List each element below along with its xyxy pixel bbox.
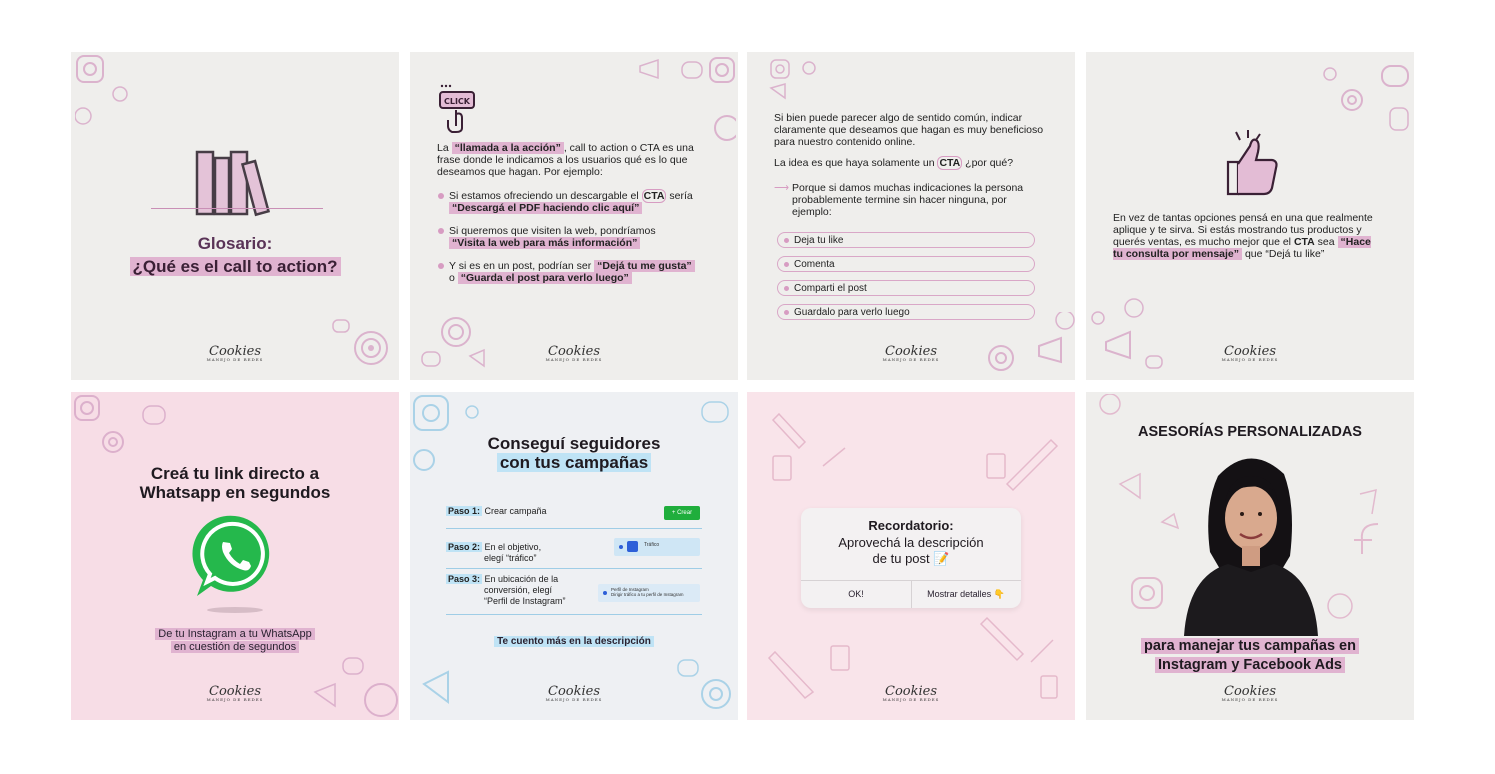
- card-cta-definicion: CLICK La “llamada a la acción”, call to …: [410, 52, 738, 380]
- svg-text:CLICK: CLICK: [444, 97, 471, 106]
- target-icon: [332, 319, 388, 365]
- divider: [446, 568, 702, 569]
- chat-icon: [1323, 65, 1409, 131]
- brand-logo: Cookies MANEJO DE REDES: [882, 684, 940, 702]
- divider: [446, 614, 702, 615]
- brand-logo: Cookies MANEJO DE REDES: [882, 344, 940, 362]
- option-pill: Comenta: [777, 256, 1035, 272]
- instagram-profile-option: Perfil de Instagram Dirigir tráfico a tu …: [598, 584, 700, 602]
- card1-title: Glosario:: [197, 234, 273, 253]
- cursor-icon: [627, 541, 638, 552]
- card6-title: Conseguí seguidores con tus campañas: [487, 434, 661, 472]
- brand-logo: Cookies MANEJO DE REDES: [1221, 344, 1279, 362]
- brand-logo: Cookies MANEJO DE REDES: [206, 344, 264, 362]
- click-icon: CLICK: [439, 84, 475, 133]
- pencil-icon: [771, 412, 1059, 492]
- radio-dot: [603, 591, 607, 595]
- list-item: Si estamos ofreciendo un descargable el …: [437, 189, 711, 214]
- step-1: Paso 1: Crear campaña: [446, 506, 547, 516]
- card-cta-recomendado: En vez de tantas opciones pensá en una q…: [1086, 52, 1414, 380]
- megaphone-icon: [639, 57, 736, 141]
- instagram-icon: [75, 55, 128, 125]
- paragraph: Si bien puede parecer algo de sentido co…: [774, 112, 1044, 148]
- divider: [446, 528, 702, 529]
- card-un-solo-cta: Si bien puede parecer algo de sentido co…: [747, 52, 1075, 380]
- brand-logo: Cookies MANEJO DE REDES: [545, 344, 603, 362]
- cta-intro: La “llamada a la acción”, call to action…: [437, 142, 694, 178]
- reminder-dialog: Recordatorio: Aprovechá la descripción de…: [801, 508, 1021, 608]
- dialog-title: Recordatorio:: [868, 518, 954, 533]
- card-seguidores-campanas: Conseguí seguidores con tus campañas Paso…: [410, 392, 738, 720]
- step-3: Paso 3: En ubicación de la conversión, el…: [446, 574, 566, 606]
- card8-subtitle: para manejar tus campañas en Instagram y …: [1086, 637, 1414, 675]
- advisor-photo: [1184, 458, 1318, 636]
- divider: [151, 208, 323, 209]
- paragraph: En vez de tantas opciones pensá en una q…: [1113, 212, 1373, 260]
- card5-subtitle: De tu Instagram a tu WhatsApp en cuestión…: [71, 628, 399, 654]
- chat-icon: [701, 401, 729, 423]
- card-whatsapp-link: Creá tu link directo a Whatsapp en segund…: [71, 392, 399, 720]
- card8-title: ASESORÍAS PERSONALIZADAS: [1138, 424, 1362, 440]
- whatsapp-icon: [192, 515, 270, 613]
- card6-footer: Te cuento más en la descripción: [494, 636, 654, 647]
- card-asesorias: ASESORÍAS PERSONALIZADAS para manejar tu…: [1086, 392, 1414, 720]
- paragraph: La idea es que haya solamente un CTA ¿po…: [774, 156, 1014, 170]
- brand-logo: Cookies MANEJO DE REDES: [206, 684, 264, 702]
- show-details-button[interactable]: Mostrar detalles 👇: [911, 580, 1021, 608]
- card1-subtitle: ¿Qué es el call to action?: [129, 257, 341, 276]
- arrow-right-icon: ⟶: [774, 182, 790, 194]
- brand-logo: Cookies MANEJO DE REDES: [1221, 684, 1279, 702]
- dialog-message: Aprovechá la descripción de tu post 📝: [838, 535, 984, 566]
- list-item: Si queremos que visiten la web, pondríam…: [437, 225, 711, 249]
- create-button: + Crear: [664, 506, 700, 520]
- thumbs-up-icon: [1226, 130, 1278, 196]
- instagram-icon: [769, 59, 816, 100]
- option-pill: Comparti el post: [777, 280, 1035, 296]
- option-pill: Deja tu like: [777, 232, 1035, 248]
- brand-logo: Cookies MANEJO DE REDES: [545, 684, 603, 702]
- card5-title: Creá tu link directo a Whatsapp en segund…: [139, 464, 331, 502]
- list-item: Y si es en un post, podrían ser “Dejá tu…: [437, 260, 711, 284]
- card-recordatorio: Recordatorio: Aprovechá la descripción de…: [747, 392, 1075, 720]
- traffic-option: Tráfico: [614, 538, 700, 556]
- step-2: Paso 2: En el objetivo, elegí “tráfico”: [446, 542, 542, 563]
- option-pill: Guardalo para verlo luego: [777, 304, 1035, 320]
- instagram-icon: [74, 395, 166, 453]
- radio-dot: [619, 545, 623, 549]
- card-glosario: Glosario: ¿Qué es el call to action? Coo…: [71, 52, 399, 380]
- ok-button[interactable]: OK!: [801, 580, 911, 608]
- paragraph: Porque si damos muchas indicaciones la p…: [792, 182, 1024, 218]
